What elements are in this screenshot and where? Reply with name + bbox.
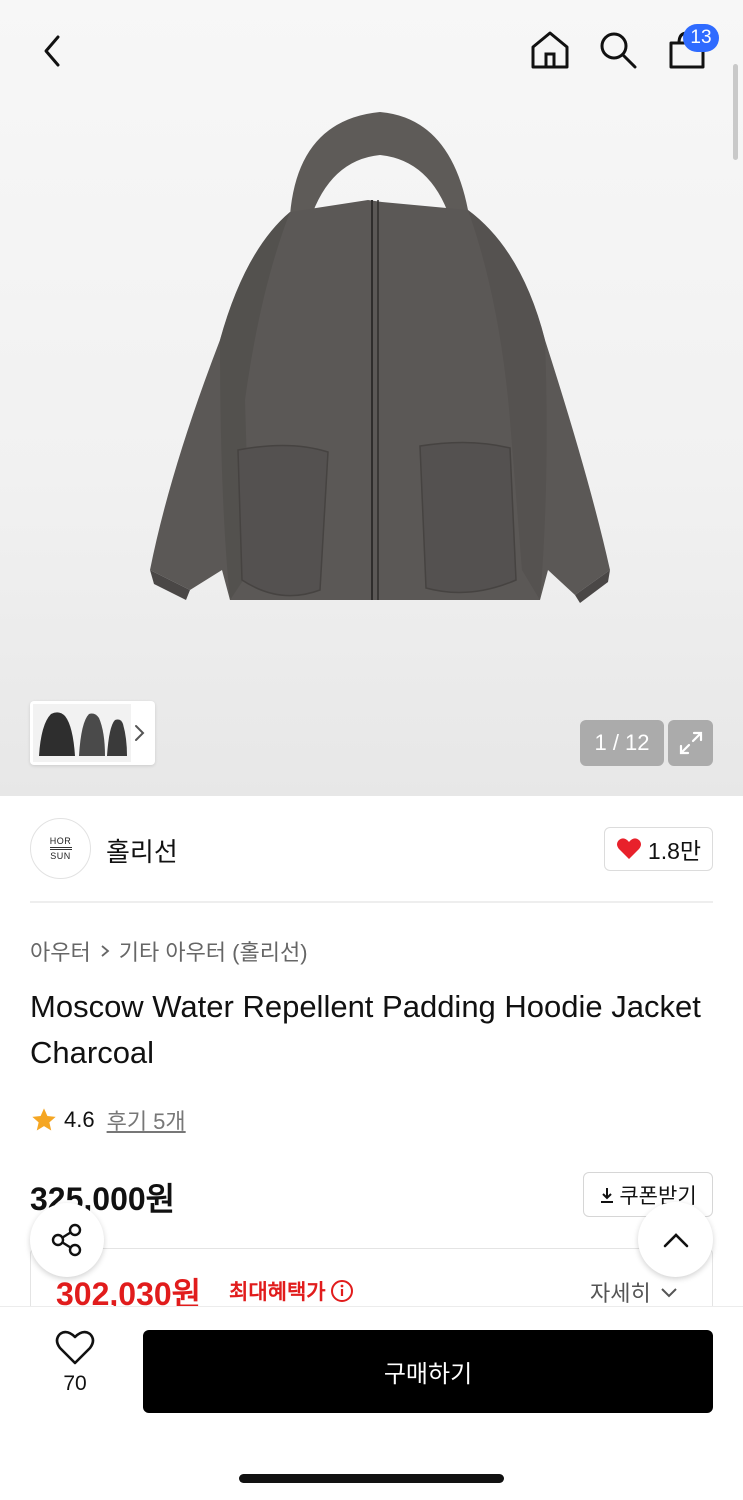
download-icon [601, 1187, 614, 1203]
review-link[interactable]: 후기 5개 [107, 1104, 186, 1136]
brand-logo-lines [49, 847, 72, 850]
breadcrumb-level2[interactable]: 기타 아우터 (홀리선) [119, 935, 308, 967]
share-button[interactable] [30, 1203, 104, 1277]
image-counter: 1 / 12 [580, 720, 664, 766]
rating-score: 4.6 [64, 1107, 95, 1132]
wishlist-button[interactable]: 70 [45, 1330, 105, 1410]
cart-count-badge: 13 [683, 24, 719, 52]
home-indicator [239, 1474, 504, 1483]
product-image-gallery[interactable]: 13 1 / 12 [0, 0, 743, 796]
chevron-down-icon [661, 1288, 677, 1298]
brand-name[interactable]: 홀리선 [106, 832, 178, 869]
breadcrumb: 아우터 기타 아우터 (홀리선) [30, 935, 308, 967]
page-scrollbar[interactable] [733, 64, 738, 160]
brand-logo-text-bottom: SUN [50, 851, 71, 861]
rating-row: 4.6 후기 5개 [30, 1104, 186, 1136]
breadcrumb-level1[interactable]: 아우터 [30, 935, 91, 967]
chevron-right-icon[interactable] [130, 722, 148, 749]
heart-outline-icon [55, 1330, 95, 1365]
top-nav-bar: 13 [0, 0, 743, 100]
heart-filled-icon [616, 838, 641, 859]
detail-toggle[interactable]: 자세히 [590, 1276, 679, 1308]
product-title: Moscow Water Repellent Padding Hoodie Ja… [30, 989, 701, 1070]
section-divider [30, 901, 713, 903]
share-icon [51, 1223, 82, 1257]
detail-label: 자세히 [590, 1281, 651, 1306]
brand-like-count: 1.8만 [647, 838, 702, 864]
home-icon[interactable] [526, 26, 574, 74]
buy-button[interactable]: 구매하기 [143, 1330, 713, 1413]
max-benefit-text: 최대혜택가 [229, 1281, 326, 1304]
star-icon [32, 1108, 56, 1131]
back-arrow-icon[interactable] [30, 28, 76, 74]
wishlist-count: 70 [63, 1372, 87, 1395]
scroll-to-top-button[interactable] [638, 1202, 713, 1277]
brand-logo-text-top: HOR [49, 836, 72, 846]
brand-like-button[interactable]: 1.8만 [604, 827, 713, 871]
search-icon[interactable] [594, 26, 642, 74]
chevron-up-icon [663, 1232, 688, 1247]
product-image [150, 112, 610, 603]
expand-icon[interactable] [668, 720, 713, 766]
info-icon [330, 1280, 353, 1302]
thumbnail-image [33, 704, 131, 762]
max-benefit-label[interactable]: 최대혜택가 [229, 1276, 354, 1306]
breadcrumb-chevron-icon [101, 945, 110, 957]
brand-logo[interactable]: HOR SUN [30, 818, 91, 879]
